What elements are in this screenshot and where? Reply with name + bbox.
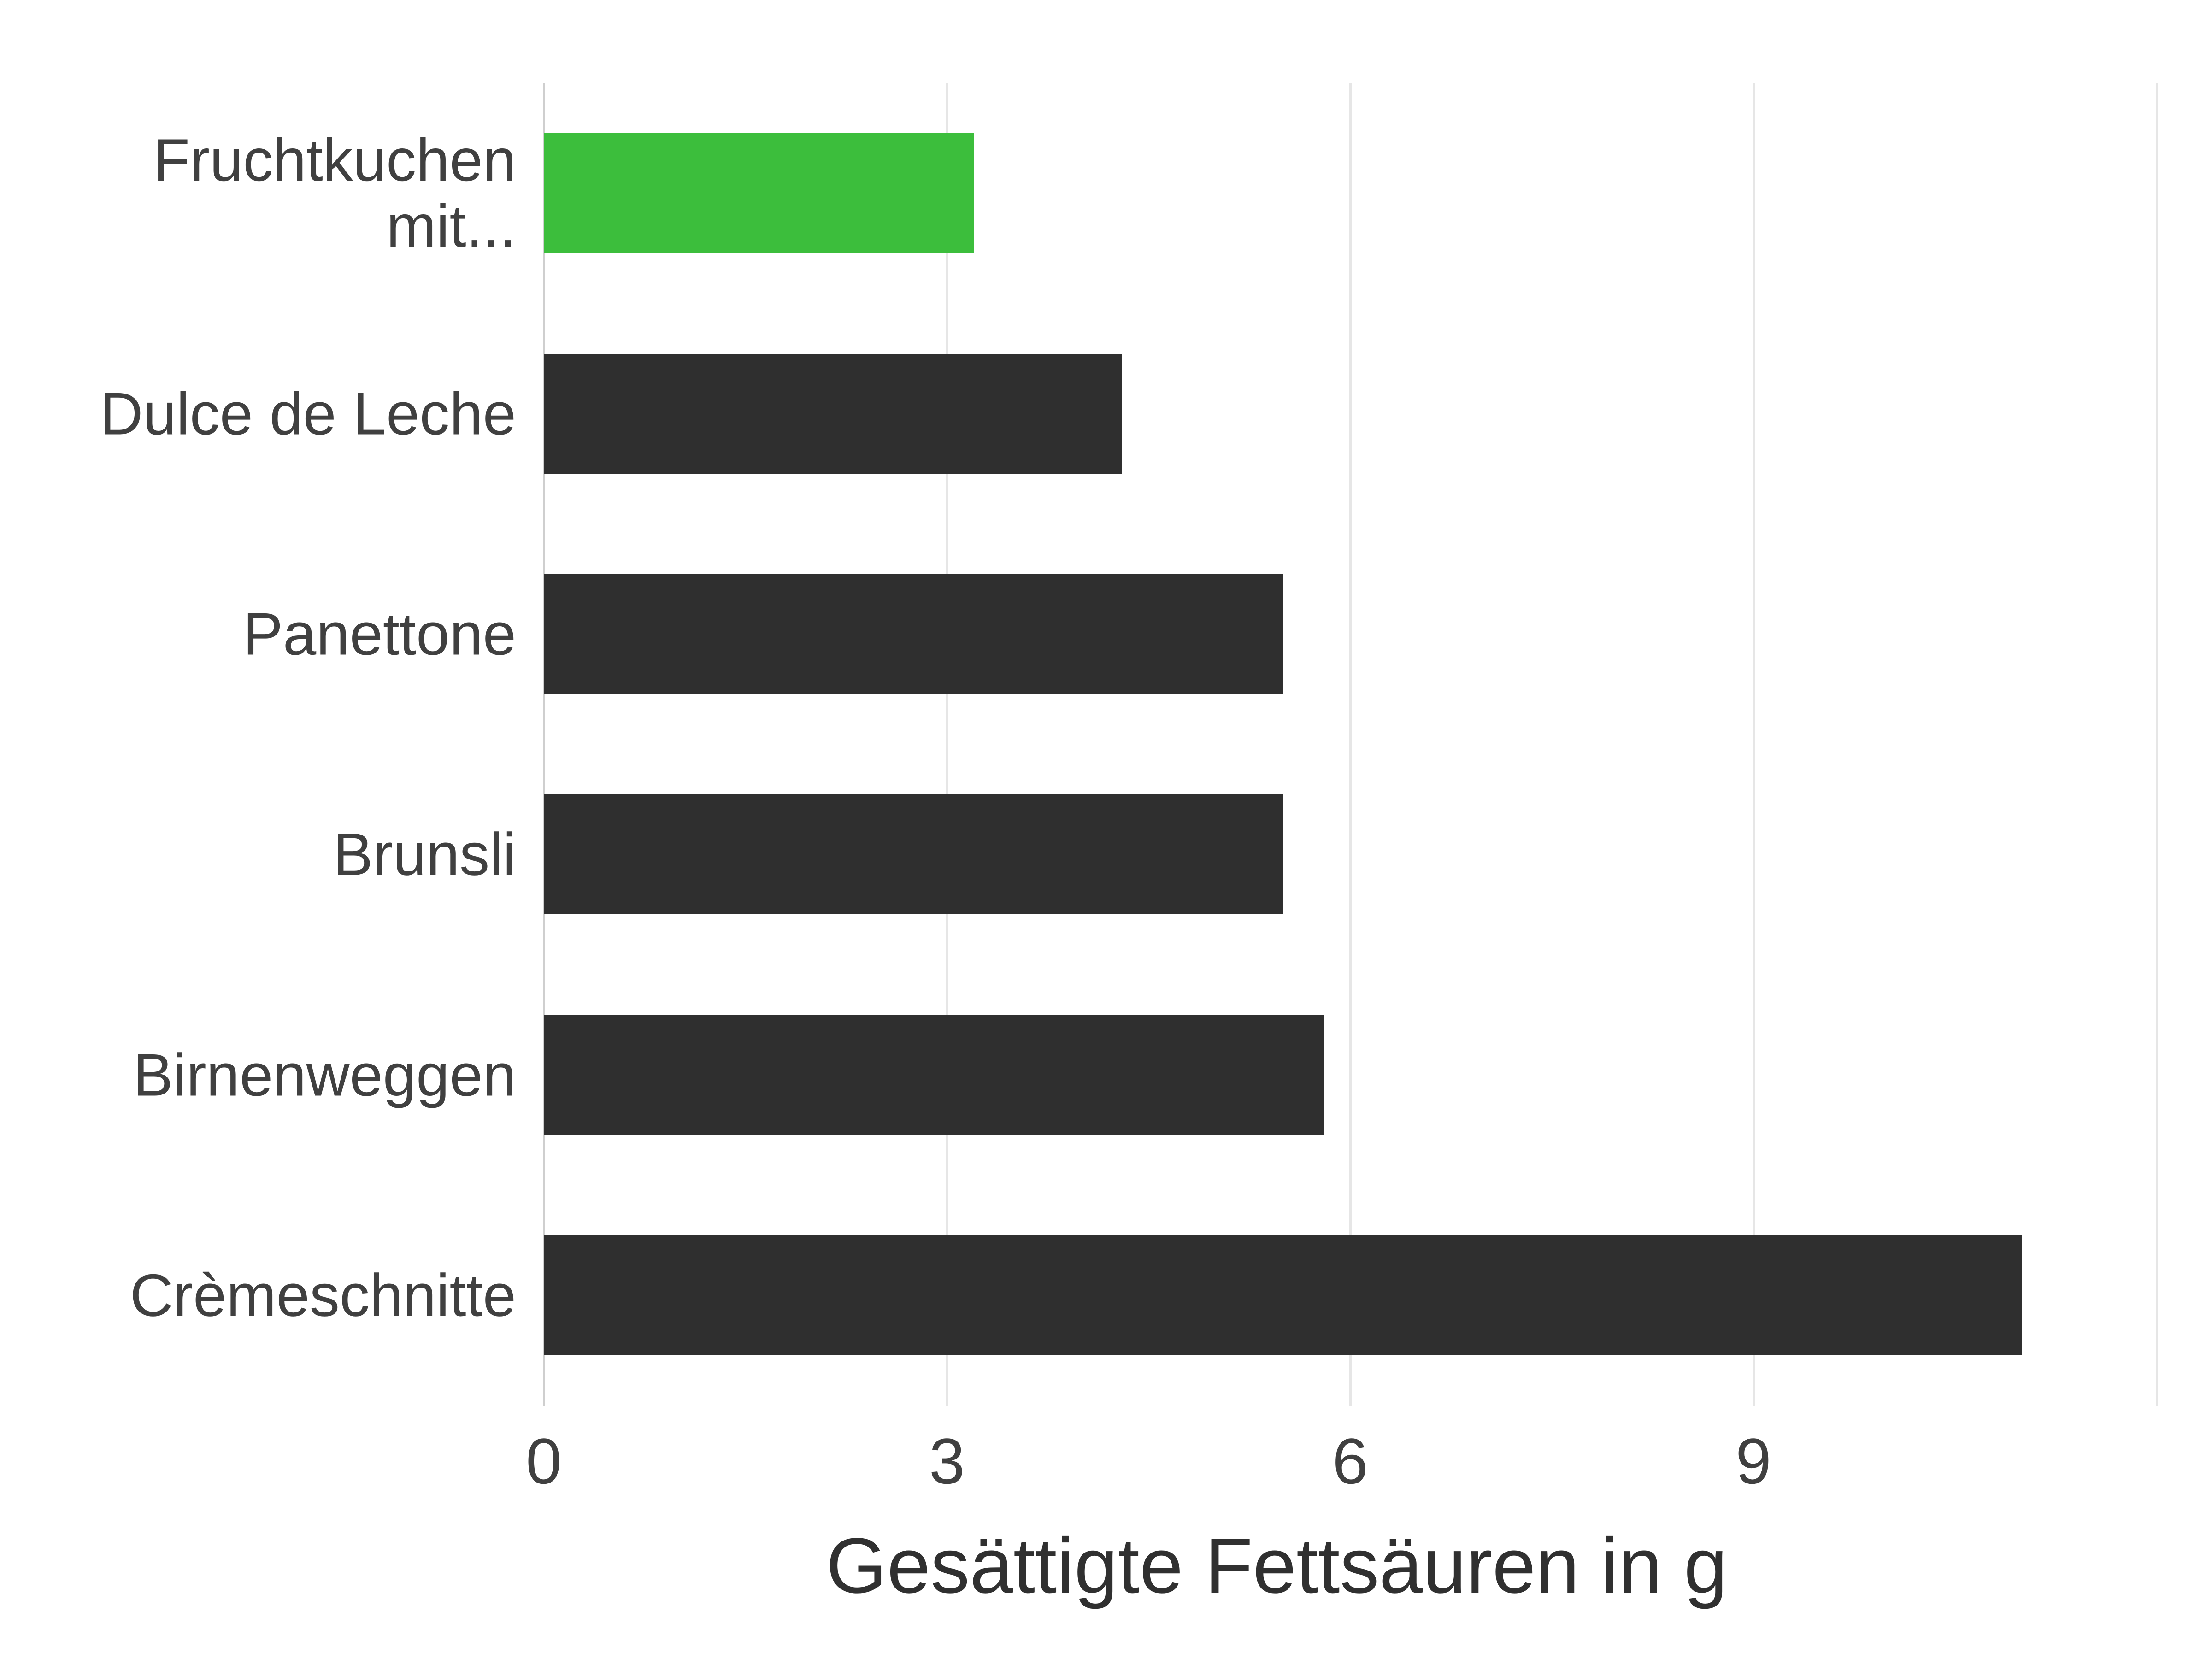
plot-area <box>544 83 2157 1406</box>
x-tick-label: 6 <box>1332 1424 1368 1499</box>
y-tick-label: Birnenweggen <box>28 1042 516 1108</box>
bar-chart: Gesättigte Fettsäuren in g Fruchtkuchen … <box>0 0 2212 1659</box>
x-axis-label: Gesättigte Fettsäuren in g <box>826 1521 1728 1611</box>
bar <box>544 794 1283 914</box>
gridline <box>946 83 948 1406</box>
y-tick-label: Crèmeschnitte <box>28 1262 516 1328</box>
bar <box>544 354 1122 474</box>
gridline <box>2156 83 2158 1406</box>
x-tick-label: 3 <box>929 1424 965 1499</box>
x-tick-label: 0 <box>526 1424 562 1499</box>
gridline <box>1349 83 1352 1406</box>
axis-baseline <box>543 83 545 1406</box>
y-tick-label: Panettone <box>28 601 516 667</box>
y-tick-label: Dulce de Leche <box>28 381 516 447</box>
gridline <box>1753 83 1755 1406</box>
y-tick-label: Brunsli <box>28 822 516 888</box>
bar <box>544 574 1283 694</box>
bar <box>544 1015 1324 1135</box>
y-tick-label: Fruchtkuchen mit... <box>28 127 516 259</box>
bar <box>544 1235 2022 1355</box>
x-tick-label: 9 <box>1735 1424 1771 1499</box>
bar <box>544 133 974 253</box>
